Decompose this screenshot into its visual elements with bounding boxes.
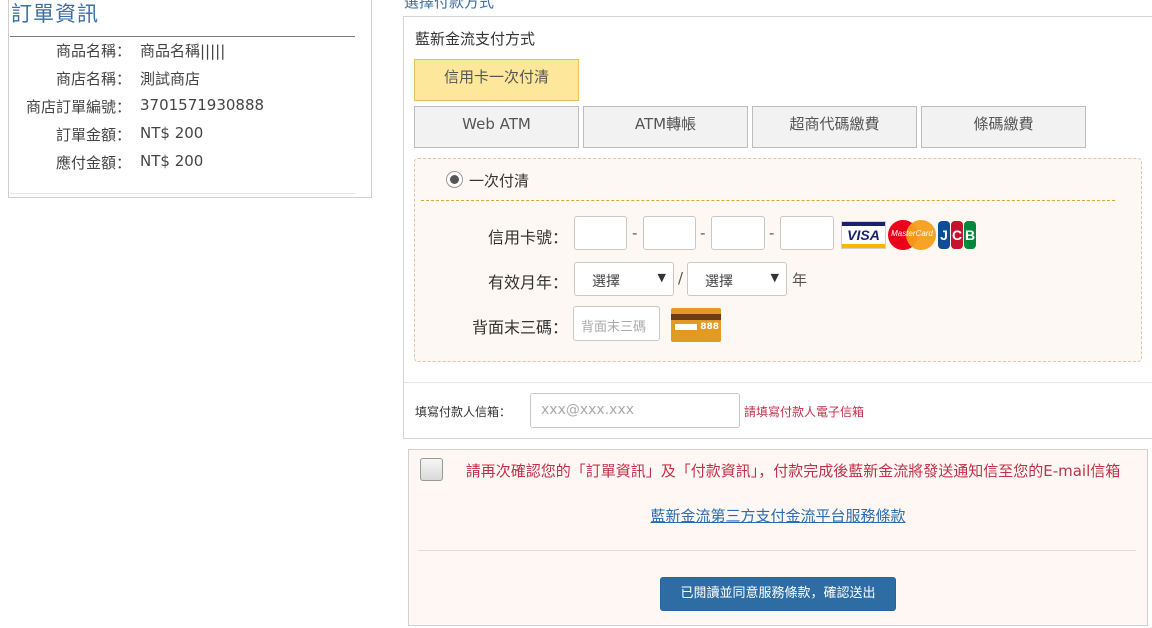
payer-email-label: 填寫付款人信箱：: [415, 405, 512, 419]
card-number-separator: -: [700, 224, 706, 242]
expiry-year-select[interactable]: 選擇 ▼: [687, 262, 787, 296]
cvc-input[interactable]: 背面末三碼: [573, 306, 660, 341]
expiry-month-select[interactable]: 選擇 ▼: [574, 262, 674, 296]
order-label: 商品名稱：: [55, 42, 131, 60]
confirm-divider: [418, 550, 1136, 551]
tab-atm-transfer[interactable]: ATM轉帳: [583, 106, 748, 148]
expiry-year-suffix: 年: [792, 271, 808, 289]
mastercard-logo-icon: MasterCard: [888, 220, 936, 250]
card-number-separator: -: [769, 224, 775, 242]
card-number-label: 信用卡號：: [487, 228, 568, 247]
order-value: 測試商店: [140, 70, 201, 88]
expiry-month-value: 選擇: [592, 274, 620, 290]
jcb-logo-icon: J C B: [938, 221, 976, 249]
submit-button[interactable]: 已閱讀並同意服務條款，確認送出: [660, 577, 896, 611]
tab-barcode[interactable]: 條碼繳費: [921, 106, 1086, 148]
confirm-notice: 請再次確認您的「訂單資訊」及「付款資訊」，付款完成後藍新金流將發送通知信至您的E…: [465, 462, 1121, 480]
expiry-year-value: 選擇: [705, 274, 733, 290]
order-info-title: 訂單資訊: [11, 2, 99, 26]
card-number-input-4[interactable]: [780, 216, 834, 250]
expiry-separator: /: [678, 269, 684, 287]
terms-of-service-link[interactable]: 藍新金流第三方支付金流平台服務條款: [418, 505, 1138, 526]
payment-method-heading: 選擇付款方式: [404, 0, 495, 11]
cvc-label: 背面末三碼：: [471, 318, 568, 337]
tab-web-atm[interactable]: Web ATM: [414, 106, 579, 148]
full-payment-radio-label: 一次付清: [469, 172, 530, 190]
card-number-input-2[interactable]: [643, 216, 696, 250]
dropdown-arrow-icon: ▼: [770, 271, 779, 284]
card-number-input-3[interactable]: [711, 216, 765, 250]
order-title-divider: [10, 36, 355, 37]
order-value: 商品名稱|||||: [140, 42, 226, 60]
card-number-input-1[interactable]: [574, 216, 627, 250]
dropdown-arrow-icon: ▼: [657, 271, 666, 284]
payer-email-hint: 請填寫付款人電子信箱: [744, 405, 865, 419]
order-label: 訂單金額：: [55, 126, 131, 144]
credit-card-divider: [421, 200, 1115, 201]
tab-credit-card-full[interactable]: 信用卡一次付清: [414, 59, 579, 101]
order-bottom-divider: [10, 193, 355, 194]
payment-subheading: 藍新金流支付方式: [415, 30, 536, 48]
cvc-card-icon: 888: [671, 308, 721, 342]
email-divider: [404, 382, 1152, 383]
expiry-label: 有效月年：: [487, 273, 568, 292]
full-payment-radio[interactable]: [446, 171, 463, 188]
payer-email-input[interactable]: xxx@xxx.xxx: [530, 393, 740, 428]
order-label: 應付金額：: [55, 154, 131, 172]
order-value: NT$ 200: [140, 152, 204, 170]
visa-logo-icon: VISA: [841, 221, 886, 249]
order-label: 商店名稱：: [55, 70, 131, 88]
order-value: 3701571930888: [140, 96, 265, 114]
tab-convenience-store-code[interactable]: 超商代碼繳費: [752, 106, 917, 148]
order-value: NT$ 200: [140, 124, 204, 142]
agree-checkbox[interactable]: [420, 458, 443, 481]
card-number-separator: -: [632, 224, 638, 242]
order-label: 商店訂單編號：: [25, 98, 131, 116]
